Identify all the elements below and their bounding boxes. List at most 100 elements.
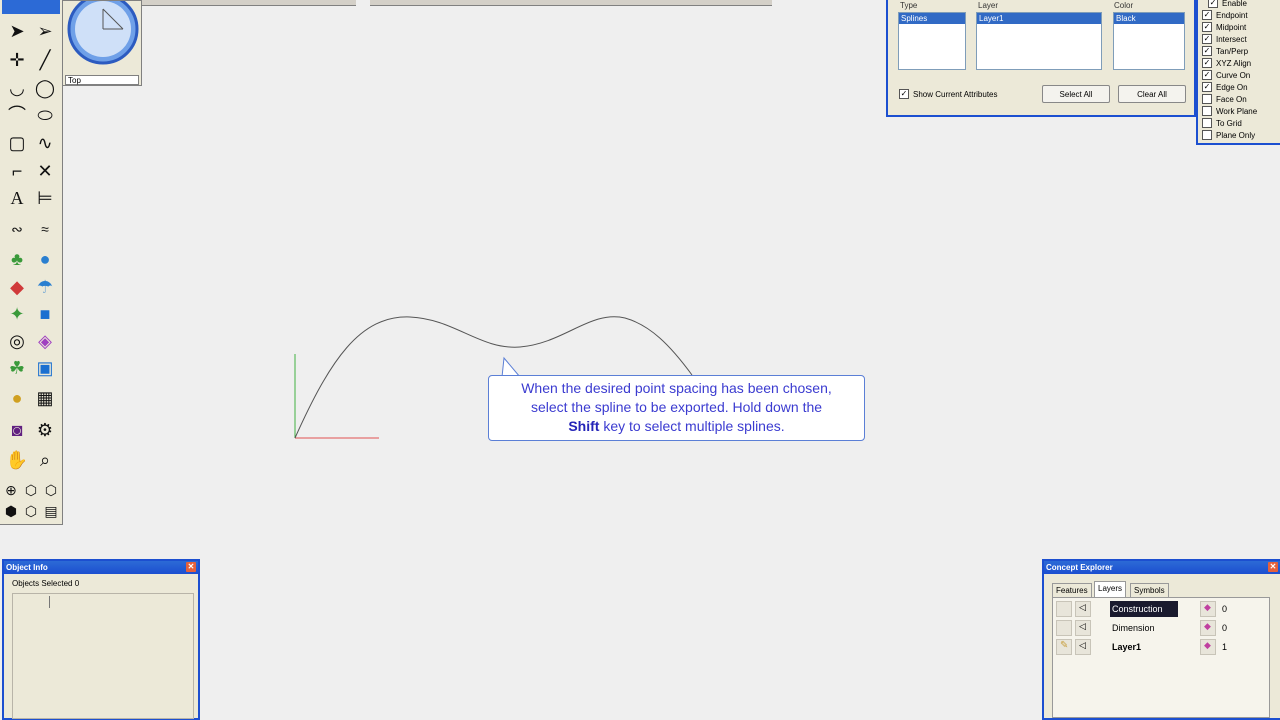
boolean-icon[interactable]: ✦ [4, 301, 30, 327]
tab-layers[interactable]: Layers [1094, 581, 1127, 598]
curve-edit-icon[interactable]: ∾ [4, 216, 30, 242]
show-attributes-label: Show Current Attributes [913, 89, 998, 99]
snap-checkbox[interactable]: ✓ [1208, 0, 1218, 8]
snap-checkbox[interactable] [1202, 94, 1212, 104]
snap-checkbox[interactable]: ✓ [1202, 10, 1212, 20]
snap-option-edge-on[interactable]: ✓ Edge On [1202, 81, 1248, 93]
object-info-titlebar[interactable]: Object Info ✕ [4, 561, 198, 574]
view-orientation-widget[interactable]: Top [62, 0, 142, 86]
shell-icon[interactable]: ◎ [4, 328, 30, 354]
palette-header [2, 0, 60, 14]
close-icon[interactable]: ✕ [1268, 562, 1278, 572]
snap-checkbox[interactable] [1202, 106, 1212, 116]
layer-color-icon[interactable]: ◆ [1200, 639, 1216, 655]
animation-icon[interactable]: ⚙ [32, 417, 58, 443]
color-list-item[interactable]: Black [1114, 13, 1184, 24]
snap-option-intersect[interactable]: ✓ Intersect [1202, 33, 1247, 45]
revolve-icon[interactable]: ☂ [32, 274, 58, 300]
snap-checkbox[interactable]: ✓ [1202, 82, 1212, 92]
curve-offset-icon[interactable]: ≈ [32, 216, 58, 242]
type-header: Type [900, 1, 918, 10]
view-wire-icon[interactable]: ⬢ [0, 498, 22, 524]
snap-checkbox[interactable] [1202, 118, 1212, 128]
concept-explorer-titlebar[interactable]: Concept Explorer ✕ [1044, 561, 1280, 574]
snap-option-enable[interactable]: ✓ Enable [1208, 0, 1247, 9]
show-attributes-checkbox[interactable]: ✓ [899, 89, 909, 99]
snap-option-midpoint[interactable]: ✓ Midpoint [1202, 21, 1246, 33]
tab-features[interactable]: Features [1052, 583, 1092, 598]
snap-option-tan-perp[interactable]: ✓ Tan/Perp [1202, 45, 1248, 57]
layer-list[interactable]: Layer1 [976, 12, 1102, 70]
snap-option-plane-only[interactable]: Plane Only [1202, 129, 1255, 141]
close-icon[interactable]: ✕ [186, 562, 196, 572]
camera-icon[interactable]: ◙ [4, 417, 30, 443]
layer-visibility-icon[interactable]: ◁ [1075, 639, 1091, 655]
snap-label: Edge On [1216, 82, 1248, 92]
tab-symbols[interactable]: Symbols [1130, 583, 1169, 598]
point-icon[interactable]: ✛ [4, 47, 30, 73]
view-render-icon[interactable]: ▤ [40, 498, 62, 524]
circle-icon[interactable]: ◯ [32, 75, 58, 101]
surface-icon[interactable]: ☘ [4, 355, 30, 381]
solid-icon[interactable]: ▣ [32, 355, 58, 381]
pointer-hollow-icon[interactable]: ➢ [32, 18, 58, 44]
light-icon[interactable]: ● [4, 385, 30, 411]
snap-checkbox[interactable] [1202, 130, 1212, 140]
dimension-icon[interactable]: ⊨ [32, 185, 58, 211]
arc-icon[interactable]: ◡ [4, 75, 30, 101]
pan-hand-icon[interactable]: ✋ [4, 447, 30, 473]
snap-option-work-plane[interactable]: Work Plane [1202, 105, 1257, 117]
sphere-icon[interactable]: ● [32, 246, 58, 272]
layer-name[interactable]: Dimension [1110, 620, 1178, 636]
snap-label: Tan/Perp [1216, 46, 1249, 56]
blend-icon[interactable]: ◈ [32, 328, 58, 354]
layer-count: 0 [1222, 623, 1228, 633]
sweep-icon[interactable]: ◆ [4, 274, 30, 300]
box-icon[interactable]: ■ [32, 301, 58, 327]
fillet-icon[interactable]: ⌐ [4, 158, 30, 184]
grid-icon[interactable]: ▦ [32, 385, 58, 411]
view-dial-icon[interactable] [63, 1, 141, 73]
show-attributes-row[interactable]: ✓ Show Current Attributes [899, 89, 997, 99]
snap-option-xyz-align[interactable]: ✓ XYZ Align [1202, 57, 1251, 69]
view-name-dropdown[interactable]: Top [65, 75, 139, 85]
pointer-arrow-icon[interactable]: ➤ [4, 18, 30, 44]
snap-checkbox[interactable]: ✓ [1202, 58, 1212, 68]
ellipse-icon[interactable]: ⬭ [32, 102, 58, 128]
view-fit-icon[interactable]: ⬡ [20, 498, 42, 524]
snap-option-face-on[interactable]: Face On [1202, 93, 1247, 105]
line-icon[interactable]: ╱ [32, 47, 58, 73]
extrude-icon[interactable]: ♣ [4, 246, 30, 272]
snap-option-endpoint[interactable]: ✓ Endpoint [1202, 9, 1248, 21]
color-list[interactable]: Black [1113, 12, 1185, 70]
layer-name[interactable]: Layer1 [1110, 639, 1178, 655]
snap-option-to-grid[interactable]: To Grid [1202, 117, 1242, 129]
layer-visibility-icon[interactable]: ◁ [1075, 601, 1091, 617]
text-icon[interactable]: A [4, 185, 30, 211]
layer-name[interactable]: Construction [1110, 601, 1178, 617]
rectangle-icon[interactable]: ▢ [4, 130, 30, 156]
layer-color-icon[interactable]: ◆ [1200, 620, 1216, 636]
type-list[interactable]: Splines [898, 12, 966, 70]
spline-icon[interactable]: ∿ [32, 130, 58, 156]
snap-checkbox[interactable]: ✓ [1202, 34, 1212, 44]
object-info-title: Object Info [6, 563, 48, 572]
layer-color-icon[interactable]: ◆ [1200, 601, 1216, 617]
snap-checkbox[interactable]: ✓ [1202, 70, 1212, 80]
select-all-button[interactable]: Select All [1042, 85, 1110, 103]
layer-edit-icon[interactable] [1056, 620, 1072, 636]
snap-checkbox[interactable]: ✓ [1202, 46, 1212, 56]
trim-icon[interactable]: ✕ [32, 158, 58, 184]
layer-edit-icon[interactable]: ✎ [1056, 639, 1072, 655]
clear-all-button[interactable]: Clear All [1118, 85, 1186, 103]
snap-option-curve-on[interactable]: ✓ Curve On [1202, 69, 1250, 81]
zoom-icon[interactable]: ⌕ [32, 447, 58, 473]
type-list-item[interactable]: Splines [899, 13, 965, 24]
callout-line-1: When the desired point spacing has been … [521, 380, 832, 396]
snap-label: Intersect [1216, 34, 1247, 44]
layer-edit-icon[interactable] [1056, 601, 1072, 617]
snap-checkbox[interactable]: ✓ [1202, 22, 1212, 32]
layer-list-item[interactable]: Layer1 [977, 13, 1101, 24]
arc-tangent-icon[interactable]: ⌒ [4, 102, 30, 128]
layer-visibility-icon[interactable]: ◁ [1075, 620, 1091, 636]
